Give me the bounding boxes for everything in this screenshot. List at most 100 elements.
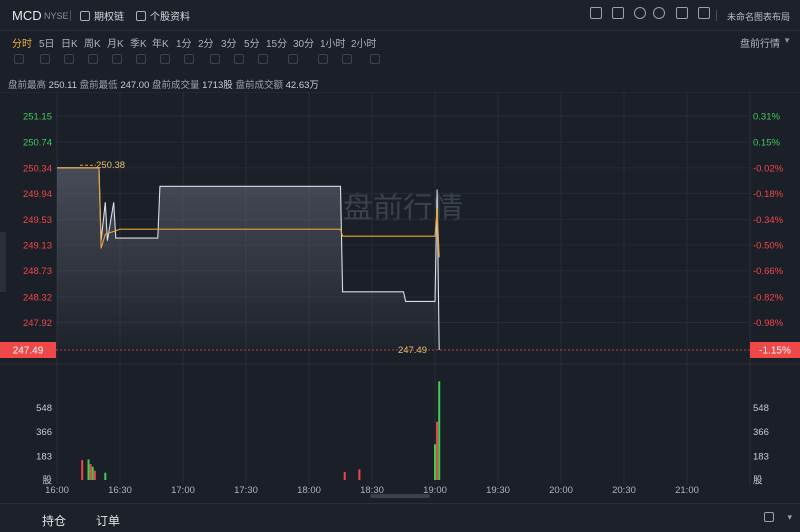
- tab-timeframe-12[interactable]: 30分: [293, 35, 314, 50]
- percent-tick-label: -0.66%: [753, 266, 784, 277]
- list-icon[interactable]: [698, 7, 710, 19]
- chevron-down-icon[interactable]: ▾: [787, 512, 792, 523]
- volume-label: 盘前成交量: [152, 80, 200, 91]
- price-tick-label: 249.94: [23, 189, 52, 200]
- percent-tick-label: -0.34%: [753, 215, 784, 226]
- ticker-symbol: MCD: [12, 8, 42, 23]
- high-value: 250.11: [48, 80, 78, 91]
- time-tick-label: 20:30: [612, 485, 636, 496]
- fullscreen-icon[interactable]: [676, 7, 688, 19]
- layout-name[interactable]: 未命名图表布局: [727, 10, 790, 23]
- tab-timeframe-6[interactable]: 年K: [152, 35, 169, 50]
- volume-bar: [93, 470, 96, 480]
- volume-tick-label: 548: [36, 403, 52, 414]
- price-chart[interactable]: 盘前行情 251.15 0.31%250.74 0.15%250.34 -0.02%2…: [0, 92, 800, 498]
- tab-orders[interactable]: 订单: [96, 512, 120, 529]
- divider: [716, 10, 717, 21]
- tab-timeframe-9[interactable]: 3分: [221, 35, 237, 50]
- tab-timeframe-13[interactable]: 1小时: [320, 35, 346, 50]
- timeframe-tabs: 分时 5日 日K 周K 月K 季K 年K 1分 2分 3分 5分 15分 30分 1小时 2小时: [0, 31, 800, 51]
- percent-tick-label: -0.82%: [753, 292, 784, 303]
- lock-tool-icon[interactable]: [234, 54, 244, 64]
- zoom-tool-icon[interactable]: [288, 54, 298, 64]
- bottom-bar: 持仓 订单 ▾: [0, 503, 800, 532]
- volume-bar: [104, 472, 107, 480]
- percent-tick-label: -0.02%: [753, 163, 784, 174]
- popout-icon[interactable]: [764, 512, 774, 522]
- price-tick-label: 248.73: [23, 266, 52, 277]
- volume-tick-label: 股: [753, 476, 763, 487]
- volume-tick-label: 183: [753, 451, 769, 462]
- parallel-tool-icon[interactable]: [64, 54, 74, 64]
- tab-timeframe-5[interactable]: 季K: [130, 35, 147, 50]
- screen-icon[interactable]: [590, 7, 602, 19]
- drawing-toolbar: [0, 52, 800, 68]
- price-tick-label: 249.53: [23, 215, 52, 226]
- top-bar: MCD NYSE 期权链 个股资料 未命名图表布局: [0, 0, 800, 31]
- refresh-icon[interactable]: [634, 7, 646, 19]
- price-tick-label: 249.13: [23, 241, 52, 252]
- percent-tick-label: 0.31%: [753, 112, 780, 123]
- tab-positions[interactable]: 持仓: [42, 512, 66, 529]
- volume-tick-label: 183: [36, 451, 52, 462]
- text-tool-icon[interactable]: [136, 54, 146, 64]
- time-tick-label: 16:30: [108, 485, 132, 496]
- time-tick-label: 17:30: [234, 485, 258, 496]
- stock-profile-button[interactable]: 个股资料: [136, 8, 190, 23]
- time-tick-label: 18:00: [297, 485, 321, 496]
- turnover-value: 42.63万: [285, 80, 319, 91]
- percent-tick-label: -0.50%: [753, 241, 784, 252]
- document-icon: [136, 10, 146, 21]
- volume-bar: [87, 459, 90, 480]
- undo-tool-icon[interactable]: [318, 54, 328, 64]
- time-tick-label: 16:00: [45, 485, 69, 496]
- scroll-handle[interactable]: [370, 494, 430, 498]
- redo-tool-icon[interactable]: [342, 54, 352, 64]
- tab-timeframe-2[interactable]: 日K: [61, 35, 78, 50]
- low-label: 盘前最低: [79, 80, 118, 91]
- brush-tool-icon[interactable]: [184, 54, 194, 64]
- options-chain-button[interactable]: 期权链: [80, 8, 124, 23]
- settings-icon[interactable]: [653, 7, 665, 19]
- edit-icon[interactable]: [612, 7, 624, 19]
- volume-bar: [91, 466, 94, 480]
- volume-bar: [89, 464, 92, 480]
- options-chain-label: 期权链: [94, 12, 124, 23]
- measure-tool-icon[interactable]: [160, 54, 170, 64]
- fib-tool-icon[interactable]: [112, 54, 122, 64]
- tab-timeframe-14[interactable]: 2小时: [351, 35, 377, 50]
- tab-timeframe-7[interactable]: 1分: [176, 35, 192, 50]
- price-tick-label: 248.32: [23, 292, 52, 303]
- percent-tick-label: -0.18%: [753, 189, 784, 200]
- tab-timeframe-1[interactable]: 5日: [39, 35, 55, 50]
- tab-timeframe-3[interactable]: 周K: [84, 35, 101, 50]
- tab-timeframe-11[interactable]: 15分: [266, 35, 287, 50]
- line-tool-icon[interactable]: [14, 54, 24, 64]
- hide-tool-icon[interactable]: [258, 54, 268, 64]
- time-tick-label: 17:00: [171, 485, 195, 496]
- session-selector[interactable]: 盘前行情: [740, 35, 780, 50]
- volume-tick-label: 366: [36, 427, 52, 438]
- price-tick-label: 250.34: [23, 163, 52, 174]
- trash-icon[interactable]: [370, 54, 380, 64]
- tab-timeframe-8[interactable]: 2分: [198, 35, 214, 50]
- volume-bar: [343, 472, 346, 480]
- time-tick-label: 21:00: [675, 485, 699, 496]
- tab-timeframe-0[interactable]: 分时: [12, 35, 32, 50]
- chevron-down-icon[interactable]: ▼: [783, 36, 791, 45]
- ray-tool-icon[interactable]: [40, 54, 50, 64]
- tab-timeframe-10[interactable]: 5分: [244, 35, 260, 50]
- magnet-tool-icon[interactable]: [210, 54, 220, 64]
- turnover-label: 盘前成交额: [235, 80, 283, 91]
- price-tick-label: 250.74: [23, 138, 52, 149]
- side-collapse-handle[interactable]: [0, 232, 6, 292]
- rect-tool-icon[interactable]: [88, 54, 98, 64]
- tab-timeframe-4[interactable]: 月K: [107, 35, 124, 50]
- volume-bar: [434, 444, 436, 480]
- time-tick-label: 19:30: [486, 485, 510, 496]
- current-price-value: 247.49: [13, 346, 44, 357]
- volume-value: 1713股: [202, 80, 233, 91]
- percent-tick-label: -0.98%: [753, 318, 784, 329]
- current-percent-value: -1.15%: [759, 346, 791, 357]
- last-price-label: 247.49: [398, 345, 427, 356]
